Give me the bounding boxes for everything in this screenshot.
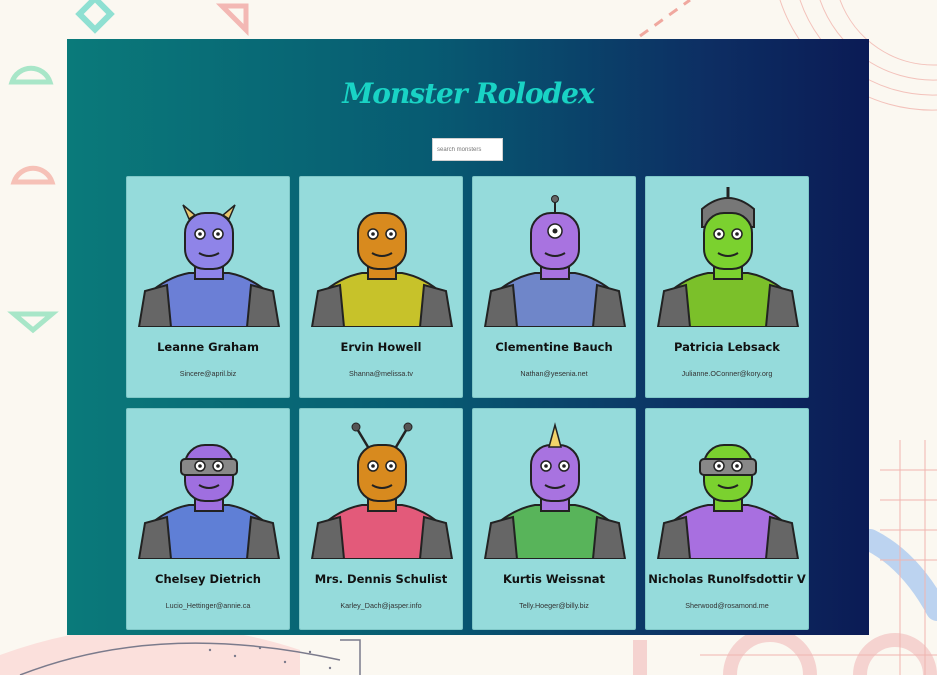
monster-name: Nicholas Runolfsdottir V (648, 572, 806, 586)
purple-horned-monster-icon (137, 204, 281, 327)
green-helmet-monster-icon (656, 187, 800, 327)
monster-card[interactable]: Clementine Bauch Nathan@yesenia.net (472, 176, 636, 398)
monster-email: Karley_Dach@jasper.info (340, 601, 422, 610)
orange-antenna-monster-icon (310, 422, 454, 559)
monster-rolodex-app: Monster Rolodex Leanne Graham Sincere@ap… (67, 39, 869, 635)
monster-card[interactable]: Ervin Howell Shanna@melissa.tv (299, 176, 463, 398)
orange-grinning-monster-icon (310, 212, 454, 327)
page-title: Monster Rolodex (342, 77, 594, 110)
monster-card[interactable]: Kurtis Weissnat Telly.Hoeger@billy.biz (472, 408, 636, 630)
monster-email: Julianne.OConner@kory.org (681, 369, 773, 378)
monster-card[interactable]: Mrs. Dennis Schulist Karley_Dach@jasper.… (299, 408, 463, 630)
purple-visor-monster-icon (137, 444, 281, 559)
monster-card[interactable]: Leanne Graham Sincere@april.biz (126, 176, 290, 398)
monster-email: Telly.Hoeger@billy.biz (519, 601, 589, 610)
peach-half-circle-icon (10, 165, 56, 185)
search-input[interactable] (432, 138, 503, 161)
monster-card[interactable]: Chelsey Dietrich Lucio_Hettinger@annie.c… (126, 408, 290, 630)
dashed-line-decoration (639, 0, 691, 38)
blue-stroke-decoration (859, 529, 937, 621)
green-triangle-icon (7, 311, 59, 334)
monster-email: Sincere@april.biz (179, 369, 237, 378)
green-half-circle-icon (8, 65, 54, 85)
monster-name: Kurtis Weissnat (502, 572, 605, 586)
monster-card[interactable]: Patricia Lebsack Julianne.OConner@kory.o… (645, 176, 809, 398)
monster-name: Ervin Howell (340, 340, 422, 354)
purple-cyclops-monster-icon (483, 195, 627, 327)
monster-name: Chelsey Dietrich (155, 572, 261, 586)
monster-name: Mrs. Dennis Schulist (314, 572, 448, 586)
purple-unicorn-monster-icon (483, 422, 627, 559)
monster-email: Nathan@yesenia.net (520, 369, 588, 378)
green-visor-monster-icon (656, 444, 800, 559)
monster-card-list: Leanne Graham Sincere@april.biz Ervin Ho… (126, 176, 809, 630)
monster-email: Shanna@melissa.tv (348, 369, 414, 378)
teal-diamond-icon (75, 0, 115, 34)
monster-card[interactable]: Nicholas Runolfsdottir V Sherwood@rosamo… (645, 408, 809, 630)
monster-name: Patricia Lebsack (674, 340, 780, 354)
monster-email: Sherwood@rosamond.me (685, 601, 769, 610)
pink-triangle-icon (215, 3, 249, 37)
monster-name: Clementine Bauch (495, 340, 613, 354)
monster-email: Lucio_Hettinger@annie.ca (165, 601, 251, 610)
monster-name: Leanne Graham (157, 340, 259, 354)
